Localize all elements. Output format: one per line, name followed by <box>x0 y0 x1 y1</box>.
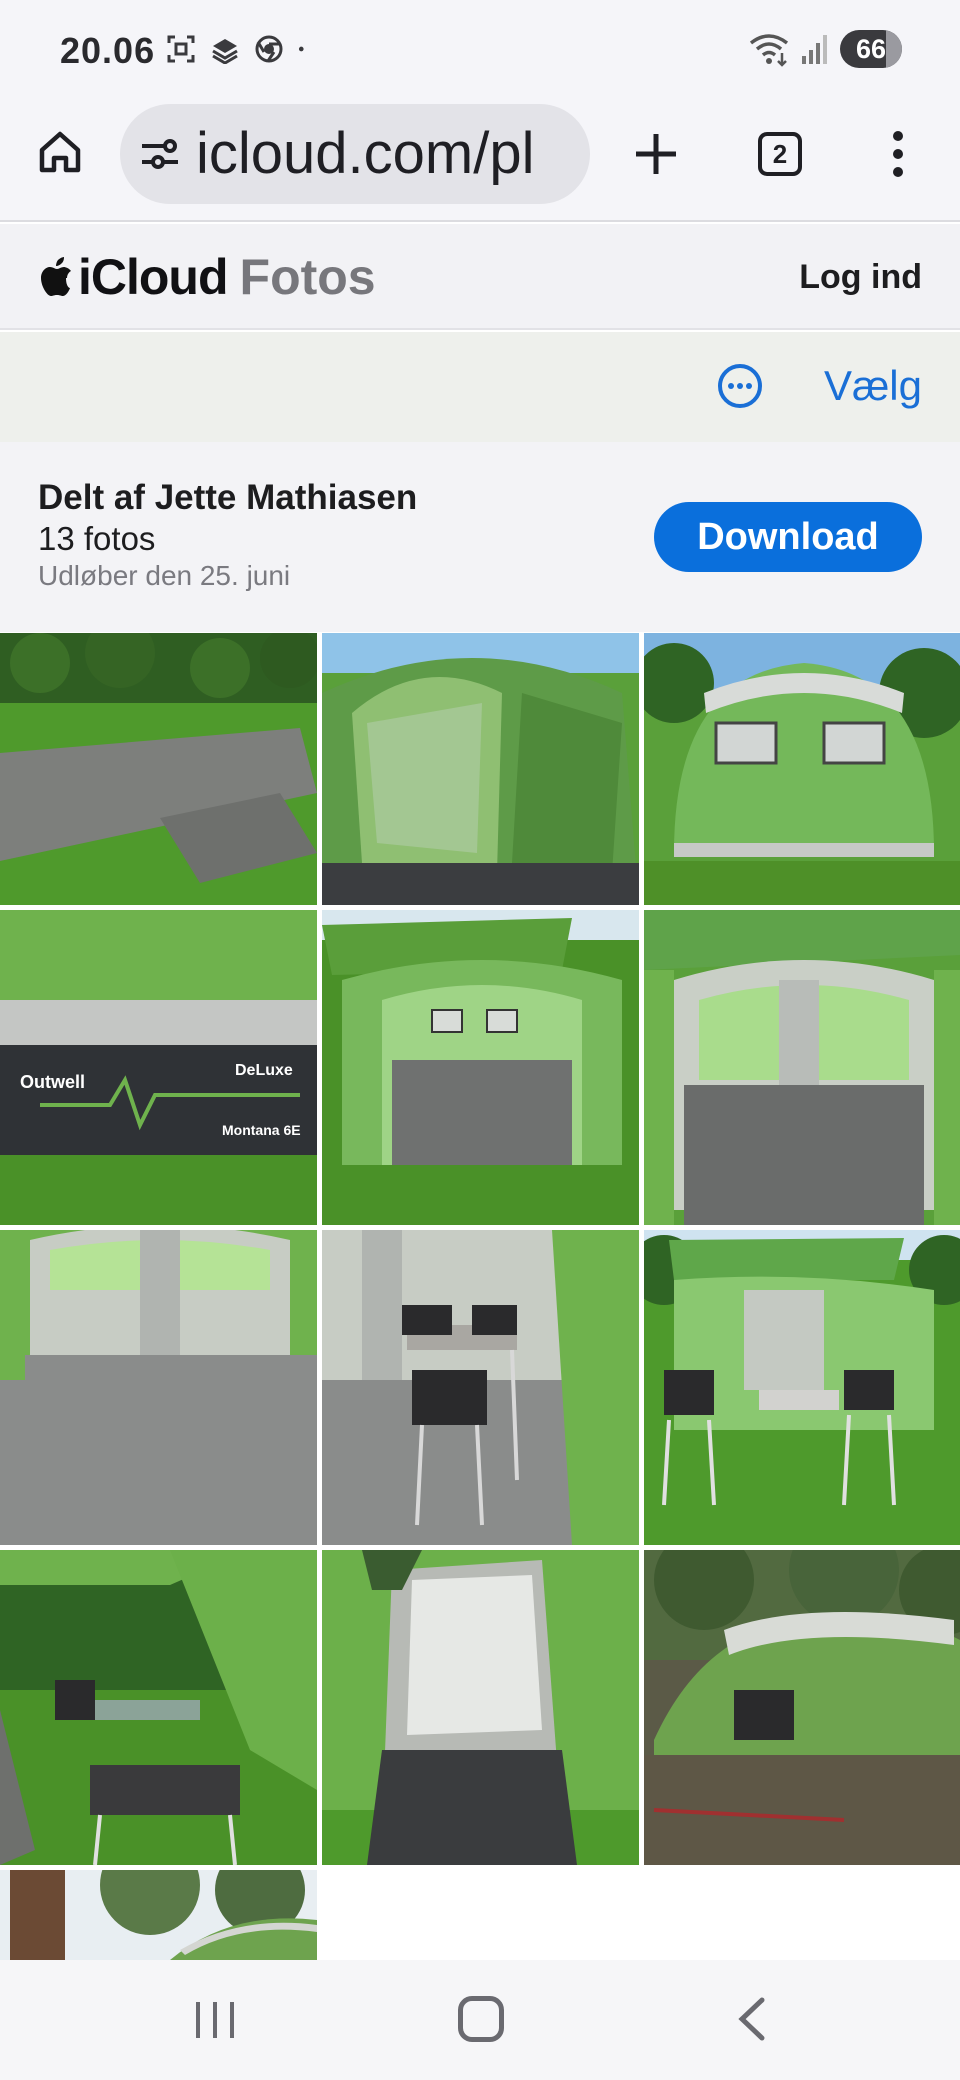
home-icon[interactable] <box>36 128 84 176</box>
photo-groundsheet-on-lawn[interactable] <box>0 633 317 905</box>
site-settings-icon[interactable] <box>138 132 182 176</box>
photo-tent-side-window[interactable] <box>322 633 639 905</box>
photo-label-brand: Outwell <box>20 1072 85 1092</box>
dot-icon <box>298 46 304 52</box>
select-button[interactable]: Vælg <box>824 362 922 410</box>
photo-tent-entrance[interactable] <box>322 1550 639 1865</box>
back-icon[interactable] <box>732 1994 772 2044</box>
login-link[interactable]: Log ind <box>799 258 922 297</box>
status-right: 66 <box>748 30 902 68</box>
screenshot-icon <box>167 35 195 63</box>
brand-icloud: iCloud <box>78 249 229 305</box>
browser-toolbar: icloud.com/pl 2 <box>0 104 960 222</box>
brand: iCloud Fotos <box>38 248 376 306</box>
photo-tent-interior-with-table[interactable] <box>322 1230 639 1545</box>
address-bar[interactable]: icloud.com/pl <box>120 104 590 204</box>
album-info: Delt af Jette Mathiasen 13 fotos Udløber… <box>0 442 960 632</box>
chrome-icon <box>255 35 283 63</box>
status-icons-left <box>166 34 312 64</box>
photo-outwell-montana-6e-label[interactable]: Outwell DeLuxe Montana 6E <box>0 910 317 1225</box>
photo-tent-side-awning[interactable] <box>0 1550 317 1865</box>
photo-tent-in-forest[interactable] <box>644 1550 960 1865</box>
shared-by: Delt af Jette Mathiasen <box>38 478 418 517</box>
photo-label-collection: DeLuxe <box>235 1062 293 1079</box>
status-bar: 20.06 66 <box>0 0 960 104</box>
photo-tent-front-open[interactable] <box>322 910 639 1225</box>
photo-tent-interior-2[interactable] <box>0 1230 317 1545</box>
photo-forest-tent-partial[interactable] <box>0 1870 317 1960</box>
menu-icon[interactable] <box>888 128 908 180</box>
photo-tent-canopy-with-chairs[interactable] <box>644 1230 960 1545</box>
new-tab-icon[interactable] <box>630 128 682 180</box>
more-options-icon[interactable] <box>716 362 764 410</box>
photo-count: 13 fotos <box>38 520 156 557</box>
photo-tent-interior-1[interactable] <box>644 910 960 1225</box>
signal-icon <box>802 35 827 64</box>
recent-apps-icon[interactable] <box>190 1998 240 2042</box>
photo-tent-front-windows[interactable] <box>644 633 960 905</box>
album-action-bar: Vælg <box>0 332 960 442</box>
photo-label-model: Montana 6E <box>222 1122 301 1138</box>
apple-logo-icon <box>41 257 71 296</box>
home-button-icon[interactable] <box>458 1996 504 2042</box>
icloud-header: iCloud Fotos Log ind <box>0 224 960 330</box>
tabs-icon[interactable]: 2 <box>758 132 802 176</box>
expiry-date: Udløber den 25. juni <box>38 560 291 591</box>
stack-icon <box>212 39 238 64</box>
battery-level: 66 <box>855 33 887 64</box>
tab-count: 2 <box>772 138 788 169</box>
status-time: 20.06 <box>60 30 156 71</box>
wifi-icon <box>749 34 789 67</box>
battery-icon: 66 <box>840 30 902 68</box>
url-text[interactable]: icloud.com/pl <box>196 104 534 204</box>
brand-fotos: Fotos <box>239 249 376 305</box>
download-button[interactable]: Download <box>654 502 922 572</box>
android-nav-bar <box>0 1960 960 2080</box>
